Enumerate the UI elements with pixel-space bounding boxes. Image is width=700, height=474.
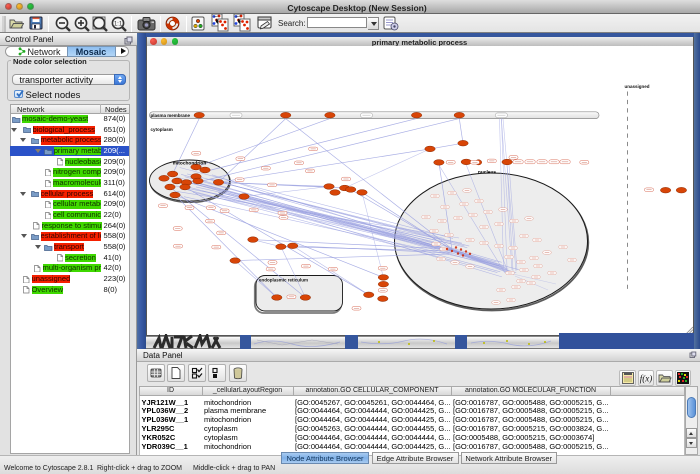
svg-text:endoplasmic reticulum: endoplasmic reticulum bbox=[259, 278, 308, 283]
svg-text:unassigned: unassigned bbox=[624, 84, 649, 89]
svg-text:nucleus: nucleus bbox=[478, 170, 496, 176]
svg-text:cytoplasm: cytoplasm bbox=[151, 127, 173, 132]
svg-text:1:1: 1:1 bbox=[114, 21, 123, 27]
svg-text:mitochondrion: mitochondrion bbox=[173, 160, 207, 166]
svg-text:plasma membrane: plasma membrane bbox=[151, 113, 191, 118]
svg-text:f(x): f(x) bbox=[640, 374, 653, 384]
